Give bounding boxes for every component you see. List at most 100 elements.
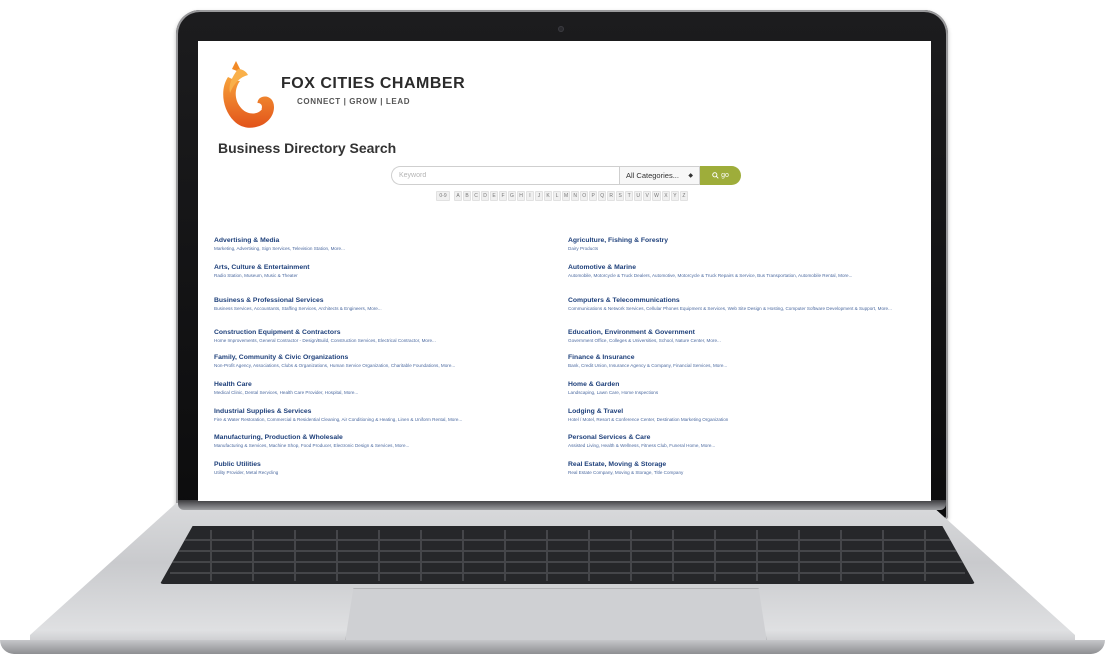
category-subcategories[interactable]: Radio Station, Museum, Music & Theater [214,273,554,279]
letter-filter-h[interactable]: H [517,191,525,201]
category-title-link[interactable]: Finance & Insurance [568,354,908,362]
letter-filter-q[interactable]: Q [598,191,607,201]
category-title-link[interactable]: Real Estate, Moving & Storage [568,461,908,469]
category-title-link[interactable]: Lodging & Travel [568,408,908,416]
letter-filter-t[interactable]: T [625,191,634,201]
letter-filter-f[interactable]: F [499,191,507,201]
letter-filter-g[interactable]: G [508,191,516,201]
category-subcategories[interactable]: Marketing, Advertising, Sign Services, T… [214,246,554,252]
letter-filter-z[interactable]: Z [679,191,688,201]
letter-filter-l[interactable]: L [553,191,561,201]
letter-filter-c[interactable]: C [472,191,480,201]
category-item: Real Estate, Moving & Storage Real Estate… [568,461,908,475]
category-title-link[interactable]: Construction Equipment & Contractors [214,329,554,337]
letter-filter-e[interactable]: E [490,191,498,201]
category-subcategories[interactable]: Landscaping, Lawn Care, Home Inspections [568,390,908,396]
category-title-link[interactable]: Manufacturing, Production & Wholesale [214,434,554,442]
letter-filter-y[interactable]: Y [670,191,679,201]
category-subcategories[interactable]: Assisted Living, Health & Wellness, Fitn… [568,443,908,449]
category-title-link[interactable]: Agriculture, Fishing & Forestry [568,237,908,245]
category-title-link[interactable]: Public Utilities [214,461,554,469]
category-subcategories[interactable]: Business Services, Accountants, Staffing… [214,306,554,312]
category-title-link[interactable]: Personal Services & Care [568,434,908,442]
category-title-link[interactable]: Health Care [214,381,554,389]
category-subcategories[interactable]: Utility Provider, Metal Recycling [214,470,554,476]
category-item: Computers & Telecommunications Communicat… [568,297,908,311]
letter-filter-i[interactable]: I [526,191,534,201]
letter-filter-a[interactable]: A [454,191,462,201]
category-item: Finance & Insurance Bank, Credit Union, I… [568,354,908,368]
category-title-link[interactable]: Automotive & Marine [568,264,908,272]
category-item: Arts, Culture & Entertainment Radio Stati… [214,264,554,278]
category-subcategories[interactable]: Bank, Credit Union, Insurance Agency & C… [568,363,908,369]
category-subcategories[interactable]: Hotel / Motel, Resort & Conference Cente… [568,417,908,423]
category-title-link[interactable]: Advertising & Media [214,237,554,245]
letter-filter-o[interactable]: O [580,191,589,201]
letter-filter-k[interactable]: K [544,191,552,201]
category-item: Advertising & Media Marketing, Advertisin… [214,237,554,251]
category-subcategories[interactable]: Home Improvements, General Contractor - … [214,338,554,344]
category-item: Business & Professional Services Business… [214,297,554,311]
letter-filter-x[interactable]: X [661,191,670,201]
category-item: Health Care Medical Clinic, Dental Servic… [214,381,554,395]
category-subcategories[interactable]: Automobile, Motorcycle & Truck Dealers, … [568,273,908,279]
brand-tagline: CONNECT | GROW | LEAD [297,97,411,106]
category-title-link[interactable]: Business & Professional Services [214,297,554,305]
category-subcategories[interactable]: Non-Profit Agency, Associations, Clubs &… [214,363,554,369]
category-subcategories[interactable]: Fire & Water Restoration, Commercial & R… [214,417,554,423]
category-select[interactable]: All Categories... ◆ [619,166,700,185]
browser-screen: FOX CITIES CHAMBER CONNECT | GROW | LEAD… [198,41,931,501]
category-title-link[interactable]: Home & Garden [568,381,908,389]
letter-filter-m[interactable]: M [562,191,571,201]
category-item: Automotive & Marine Automobile, Motorcycl… [568,264,908,278]
category-title-link[interactable]: Education, Environment & Government [568,329,908,337]
letter-filter-r[interactable]: R [607,191,616,201]
laptop-keyboard [160,526,975,584]
category-item: Agriculture, Fishing & Forestry Dairy Pro… [568,237,908,251]
letter-filter-s[interactable]: S [616,191,625,201]
laptop-front-edge [0,640,1105,654]
fox-logo-icon[interactable] [218,59,278,139]
category-title-link[interactable]: Industrial Supplies & Services [214,408,554,416]
camera-icon [558,26,564,32]
select-arrow-icon: ◆ [688,173,693,179]
go-button[interactable]: go [700,166,741,185]
category-subcategories[interactable]: Real Estate Company, Moving & Storage, T… [568,470,908,476]
go-button-label: go [721,172,729,179]
category-item: Personal Services & Care Assisted Living,… [568,434,908,448]
category-subcategories[interactable]: Manufacturing & Services, Machine Shop, … [214,443,554,449]
laptop-trackpad [345,588,767,642]
search-bar: All Categories... ◆ go [391,166,741,185]
letter-filter-0-9[interactable]: 0-9 [436,191,450,201]
category-subcategories[interactable]: Dairy Products [568,246,908,252]
letter-filter-v[interactable]: V [643,191,652,201]
category-item: Manufacturing, Production & Wholesale Man… [214,434,554,448]
category-item: Public Utilities Utility Provider, Metal … [214,461,554,475]
category-title-link[interactable]: Arts, Culture & Entertainment [214,264,554,272]
letter-filter-p[interactable]: P [589,191,598,201]
letter-filter-j[interactable]: J [535,191,543,201]
alphabet-filter: 0-9 A B C D E F G H I J K L M N O P Q R S T U V W X Y Z [436,191,688,201]
category-subcategories[interactable]: Government Office, Colleges & Universiti… [568,338,908,344]
laptop-hinge [178,500,946,510]
letter-filter-u[interactable]: U [634,191,643,201]
category-item: Construction Equipment & Contractors Home… [214,329,554,343]
category-item: Industrial Supplies & Services Fire & Wat… [214,408,554,422]
brand-name: FOX CITIES CHAMBER [281,75,466,92]
letter-filter-d[interactable]: D [481,191,489,201]
category-select-value: All Categories... [626,171,679,180]
page-title: Business Directory Search [218,140,397,156]
category-title-link[interactable]: Family, Community & Civic Organizations [214,354,554,362]
category-item: Lodging & Travel Hotel / Motel, Resort & … [568,408,908,422]
letter-filter-n[interactable]: N [571,191,580,201]
category-item: Family, Community & Civic Organizations N… [214,354,554,368]
category-subcategories[interactable]: Communications & Network Services, Cellu… [568,306,908,312]
search-icon [712,172,719,179]
letter-filter-w[interactable]: W [652,191,661,201]
search-input[interactable] [391,166,619,185]
letter-filter-b[interactable]: B [463,191,471,201]
category-subcategories[interactable]: Medical Clinic, Dental Services, Health … [214,390,554,396]
category-item: Home & Garden Landscaping, Lawn Care, Hom… [568,381,908,395]
category-item: Education, Environment & Government Gover… [568,329,908,343]
category-title-link[interactable]: Computers & Telecommunications [568,297,908,305]
